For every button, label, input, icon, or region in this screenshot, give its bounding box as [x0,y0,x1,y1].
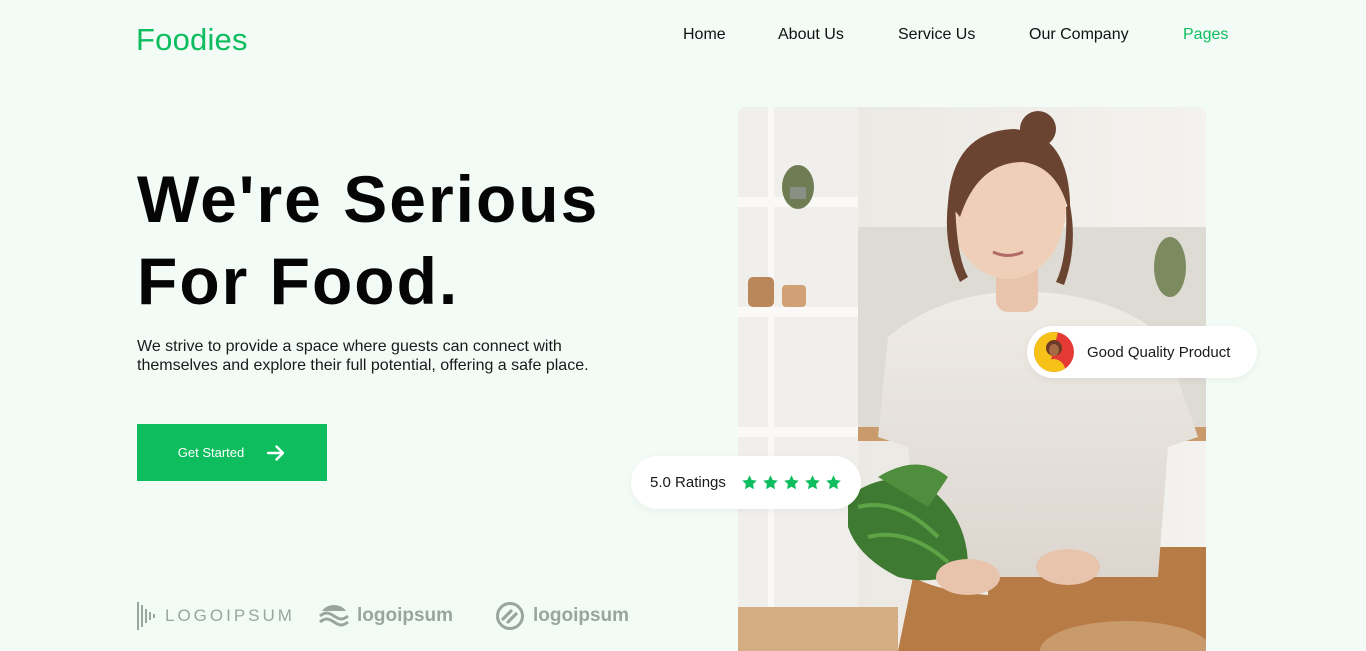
get-started-button[interactable]: Get Started [137,424,327,481]
partner-logos: LOGOIPSUM logoipsum logoipsum [137,598,637,634]
star-icon [784,475,799,490]
hero-title-line2: For Food. [137,244,460,318]
get-started-label: Get Started [177,445,245,460]
circle-logo-icon [496,602,524,630]
star-icon [805,475,820,490]
partner-logo-3: logoipsum [495,598,629,634]
nav-service-us[interactable]: Service Us [898,26,975,44]
partner-logo-1: LOGOIPSUM [137,598,295,634]
waves-logo-icon [319,605,349,627]
hero-title: We're Serious For Food. [137,158,697,322]
quality-badge: Good Quality Product [1027,326,1257,378]
rating-badge: 5.0 Ratings [631,456,861,509]
partner-name-2: logoipsum [357,605,454,626]
partner-name-1: LOGOIPSUM [165,606,295,625]
soundwave-logo-icon [137,602,155,630]
hero-title-line1: We're Serious [137,162,600,236]
star-icon [826,475,841,490]
partner-name-3: logoipsum [533,605,630,626]
nav-pages[interactable]: Pages [1183,26,1228,44]
star-icon [742,475,757,490]
partner-logo-2: logoipsum [319,598,453,634]
nav-our-company[interactable]: Our Company [1029,26,1129,44]
nav-about-us[interactable]: About Us [778,26,844,44]
main-nav: Home About Us Service Us Our Company Pag… [0,26,1366,48]
rating-stars [741,474,842,491]
woman-cooking-illustration [738,107,1206,651]
nav-home[interactable]: Home [683,26,726,44]
hero-photo [738,107,1206,651]
rating-badge-label: 5.0 Ratings [650,474,726,491]
hero-description: We strive to provide a space where guest… [137,338,589,374]
quality-badge-label: Good Quality Product [1087,343,1231,361]
arrow-right-icon [267,444,285,461]
avatar [1034,332,1074,372]
star-icon [763,475,778,490]
